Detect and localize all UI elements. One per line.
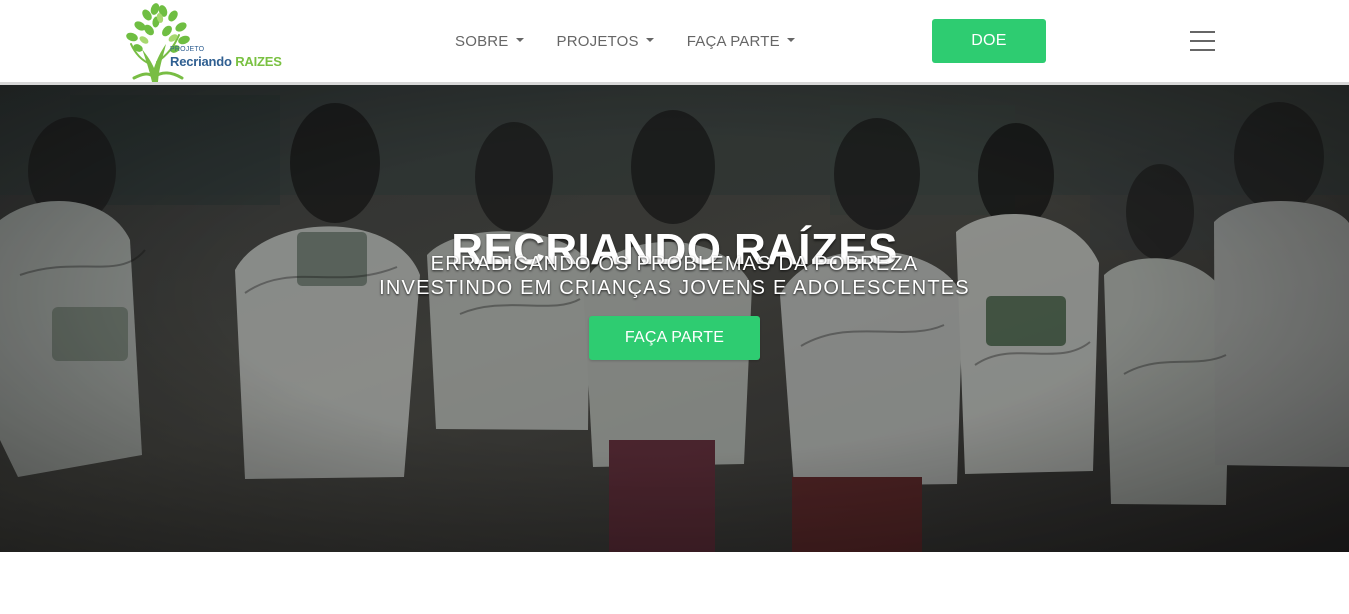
hero-subtitle-line-2: INVESTINDO EM CRIANÇAS JOVENS E ADOLESCE… xyxy=(379,277,970,299)
caret-down-icon xyxy=(515,38,524,42)
logo-recriando-text: Recriando xyxy=(170,54,232,69)
nav-label-projetos: PROJETOS xyxy=(556,32,639,50)
logo-small-text: PROJETO xyxy=(170,46,205,53)
hero-subtitle-line-1: ERRADICANDO OS PROBLEMAS DA POBREZA xyxy=(430,253,919,275)
site-header: PROJETO Recriando RAIZES SOBRE PROJETOS … xyxy=(0,0,1349,82)
caret-down-icon xyxy=(645,38,654,42)
logo-raizes-text: RAIZES xyxy=(235,54,282,69)
hero-banner: RECRIANDO RAÍZES ERRADICANDO OS PROBLEMA… xyxy=(0,85,1349,552)
logo-text: PROJETO Recriando RAIZES xyxy=(170,46,282,74)
nav-item-sobre[interactable]: SOBRE xyxy=(455,33,524,50)
nav-label-faca-parte: FAÇA PARTE xyxy=(686,32,780,50)
hero-subtitle: ERRADICANDO OS PROBLEMAS DA POBREZA INVE… xyxy=(0,252,1349,300)
hero-faca-parte-button[interactable]: FAÇA PARTE xyxy=(589,316,760,360)
caret-down-icon xyxy=(786,38,795,42)
nav-item-faca-parte[interactable]: FAÇA PARTE xyxy=(687,33,795,50)
main-navigation: SOBRE PROJETOS FAÇA PARTE xyxy=(455,0,795,82)
recriando-raizes-logo[interactable]: PROJETO Recriando RAIZES xyxy=(118,2,282,82)
logo-main-text: Recriando RAIZES xyxy=(170,55,282,69)
hamburger-menu-icon[interactable] xyxy=(1190,31,1216,53)
nav-label-sobre: SOBRE xyxy=(455,32,509,50)
donate-button[interactable]: DOE xyxy=(932,19,1046,63)
nav-item-projetos[interactable]: PROJETOS xyxy=(557,33,654,50)
